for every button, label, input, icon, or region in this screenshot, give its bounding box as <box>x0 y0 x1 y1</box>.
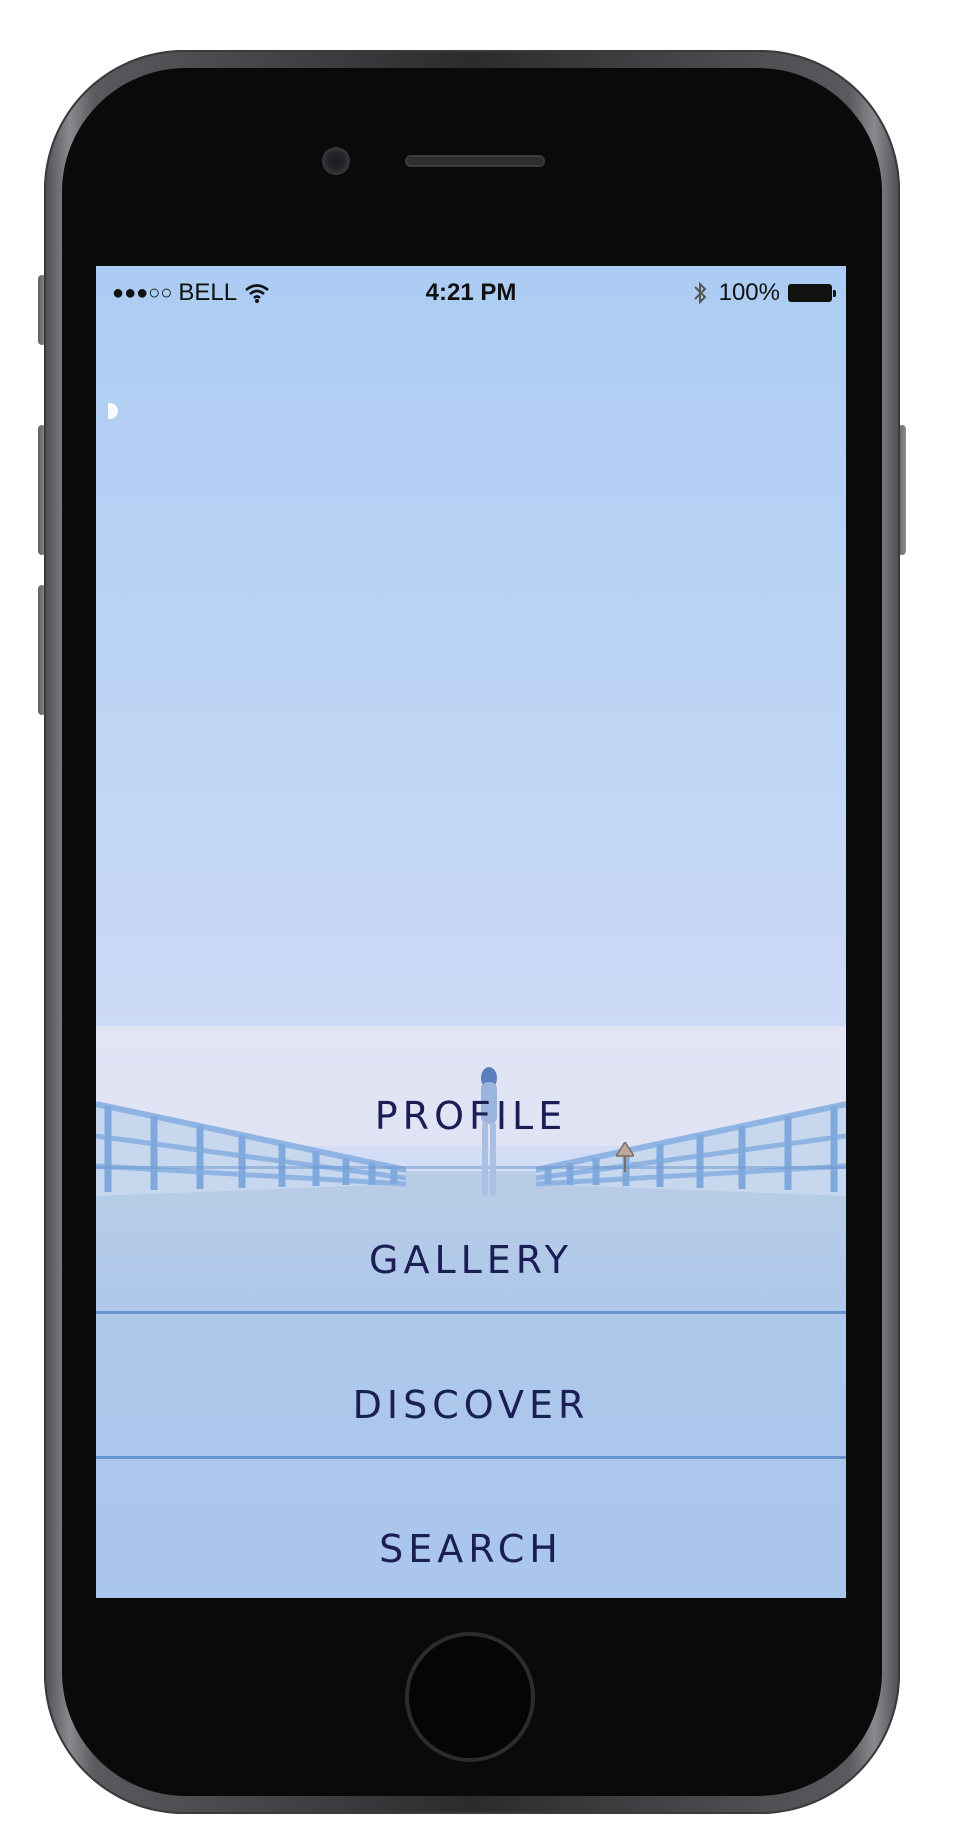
menu-item-profile[interactable]: PROFILE <box>96 1043 846 1188</box>
status-bar: ●●●○○ BELL 4:21 PM 100% <box>96 266 846 318</box>
earpiece-speaker <box>405 155 545 167</box>
home-button[interactable] <box>405 1632 535 1762</box>
battery-percent: 100% <box>718 279 780 306</box>
app-screen: ●●●○○ BELL 4:21 PM 100% PROFILE GALLERY … <box>96 266 846 1598</box>
menu-item-search[interactable]: SEARCH <box>96 1476 846 1598</box>
front-camera <box>322 147 350 175</box>
menu-divider <box>96 1311 846 1314</box>
status-right: 100% <box>693 279 836 307</box>
battery-icon <box>788 284 836 302</box>
bluetooth-icon <box>693 281 707 305</box>
moon <box>108 403 118 419</box>
menu-divider <box>96 1456 846 1459</box>
